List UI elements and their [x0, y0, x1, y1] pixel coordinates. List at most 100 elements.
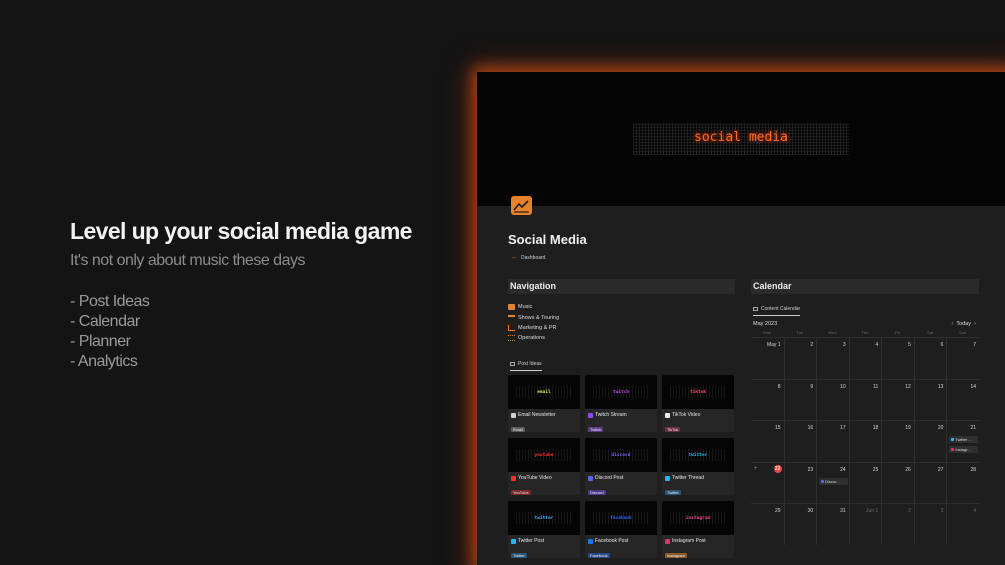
calendar-day-cell[interactable]: 3 [816, 338, 849, 379]
calendar-day-cell[interactable]: 11 [848, 379, 882, 421]
post-idea-card[interactable]: tiktok TikTok Video TikTok [662, 375, 734, 432]
post-idea-card[interactable]: twitch Twitch Stream Twitch [585, 375, 657, 432]
calendar-day-cell[interactable]: 3 [913, 504, 947, 545]
post-idea-card[interactable]: facebook Facebook Post Facebook [585, 501, 657, 558]
card-title: Email Newsletter [518, 412, 556, 418]
calendar-day-cell[interactable]: 10 [816, 379, 849, 421]
platform-tag: Twitch [588, 427, 604, 432]
calendar-day-cell[interactable]: 2 [783, 338, 817, 379]
calendar-day-number: 25 [872, 466, 879, 473]
calendar-day-cell[interactable]: 8 [751, 380, 784, 421]
weekday-label: Sun [959, 330, 967, 335]
prev-month-icon[interactable]: ‹ [951, 321, 953, 327]
calendar-day-number: Jun 1 [866, 508, 879, 515]
platform-icon [588, 475, 593, 481]
event-label: Twitter ... [955, 437, 972, 443]
calendar-day-cell[interactable]: 15 [751, 421, 784, 462]
calendar-day-cell[interactable]: 29 [751, 504, 784, 545]
calendar-event[interactable]: Discor... [819, 477, 848, 485]
calendar-day-cell[interactable]: 28 [946, 462, 979, 504]
platform-icon [511, 538, 516, 544]
back-arrow-icon: ← [511, 254, 518, 261]
calendar-day-cell[interactable]: 13 [913, 379, 947, 421]
card-cover: instagram [662, 501, 734, 535]
cover-title: social media [694, 130, 788, 145]
calendar-day-number: 12 [905, 383, 911, 390]
event-platform-icon [821, 479, 825, 483]
calendar-day-cell[interactable]: 30 [783, 504, 817, 545]
calendar-day-number: 6 [940, 342, 944, 348]
calendar-day-cell[interactable]: 4 [946, 504, 979, 545]
card-cover-word: twitter [534, 515, 554, 521]
calendar-day-cell[interactable]: 21 Twitter ... Instagr... [946, 421, 979, 462]
calendar-day-cell[interactable]: 14 [946, 379, 979, 421]
calendar-grid: Mon Tue Wed Thu Fri Sat Sun May 1 2 3 4 5 6 7 8 9 10 11 1… [751, 329, 979, 545]
calendar-day-cell[interactable]: 9 [783, 379, 817, 421]
calendar-day-cell[interactable]: Jun 1 [848, 504, 882, 545]
calendar-day-cell[interactable]: 25 [848, 462, 882, 504]
post-idea-card[interactable]: discord Discord Post Discord [585, 438, 657, 495]
hero-subtitle: It's not only about music these days [70, 252, 305, 269]
calendar-day-cell[interactable]: 5 [881, 338, 914, 379]
calendar-day-cell[interactable]: +22 [751, 463, 784, 504]
post-idea-card[interactable]: instagram Instagram Post Instagram [662, 501, 734, 558]
calendar-day-cell[interactable]: 16 [783, 421, 817, 462]
calendar-day-cell[interactable]: 4 [848, 338, 882, 379]
weekday-label: Thu [861, 330, 869, 335]
calendar-day-cell[interactable]: 27 [913, 462, 947, 504]
post-idea-card[interactable]: twitter Twitter Thread Twitter [662, 438, 734, 495]
feature-item: - Post Ideas [70, 293, 150, 310]
calendar-day-number: 30 [807, 508, 814, 515]
trend-chart-icon[interactable] [511, 196, 532, 215]
calendar-day-cell[interactable]: 19 [881, 421, 914, 462]
calendar-day-cell[interactable]: 23 [783, 462, 817, 504]
calendar-day-number: 16 [807, 425, 814, 432]
calendar-day-cell[interactable]: 17 [816, 421, 849, 462]
calendar-day-cell[interactable]: 2 [881, 504, 914, 545]
calendar-day-cell[interactable]: 7 [946, 338, 979, 379]
nav-item-marketing[interactable]: Marketing & PR [508, 323, 559, 333]
page-cover[interactable]: social media [477, 72, 1005, 206]
calendar-day-cell[interactable]: 18 [848, 421, 882, 462]
tab-label: Post Ideas [518, 361, 542, 367]
next-month-icon[interactable]: › [974, 321, 976, 327]
card-title: TikTok Video [672, 412, 701, 418]
calendar-day-cell[interactable]: 12 [881, 379, 914, 421]
calendar-event[interactable]: Instagr... [949, 446, 978, 454]
calendar-week: 15 16 17 18 19 20 21 Twitter ... Instagr... [751, 420, 979, 462]
calendar-icon [753, 307, 758, 311]
add-event-icon[interactable]: + [754, 466, 758, 472]
tab-post-ideas[interactable]: Post Ideas [510, 361, 542, 371]
platform-tag: Discord [588, 490, 606, 495]
calendar-day-number: 2 [908, 508, 911, 515]
calendar-day-number: 18 [872, 425, 879, 432]
calendar-day-cell[interactable]: May 1 [751, 338, 784, 379]
card-title: Twitter Post [518, 538, 545, 544]
card-cover-word: email [537, 389, 551, 395]
card-cover: tiktok [662, 375, 734, 409]
calendar-day-cell[interactable]: 26 [881, 462, 914, 504]
nav-item-music[interactable]: Music [508, 302, 559, 312]
post-idea-card[interactable]: youtube YouTube Video YouTube [508, 438, 580, 495]
post-idea-card[interactable]: twitter Twitter Post Twitter [508, 501, 580, 558]
calendar-day-cell[interactable]: 20 [913, 421, 947, 462]
nav-item-shows[interactable]: Shows & Touring [508, 312, 559, 322]
notion-page-window: social media Social Media ← Dashboard Na… [477, 72, 1005, 565]
calendar-day-cell[interactable]: 6 [913, 338, 947, 379]
card-cover: discord [585, 438, 657, 472]
tab-content-calendar[interactable]: Content Calendar [753, 306, 801, 316]
calendar-day-number: 24 [840, 466, 846, 473]
feature-item: - Analytics [70, 353, 138, 370]
card-title-row: Instagram Post [662, 535, 734, 544]
nav-item-label: Music [518, 304, 533, 311]
card-title-row: Twitter Post [508, 535, 580, 544]
calendar-event[interactable]: Twitter ... [949, 436, 978, 444]
calendar-day-cell[interactable]: 24 Discor... [816, 462, 849, 504]
nav-item-operations[interactable]: Operations [508, 333, 559, 343]
today-button[interactable]: Today [956, 321, 971, 327]
event-platform-icon [951, 448, 955, 452]
post-idea-card[interactable]: email Email Newsletter Email [508, 375, 580, 432]
breadcrumb-link[interactable]: ← Dashboard [511, 254, 545, 261]
calendar-month: May 2023 [753, 321, 778, 327]
calendar-day-cell[interactable]: 31 [816, 504, 849, 545]
